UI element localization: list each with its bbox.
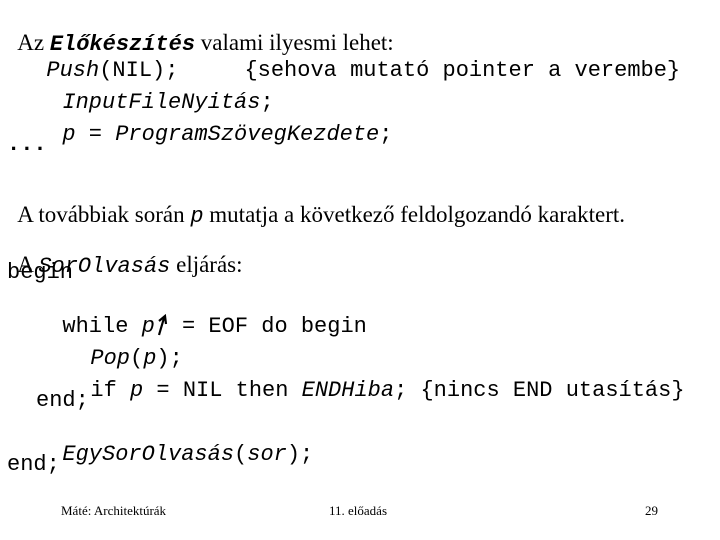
- equals: =: [75, 122, 116, 147]
- footer-author: Máté: Architektúrák: [61, 503, 167, 518]
- var-p: p: [62, 122, 76, 147]
- code-if-rest: = NIL then: [143, 378, 302, 403]
- comment-nincs-end: {nincs END utasítás}: [420, 378, 685, 403]
- text-prefix: A továbbiak során: [17, 202, 191, 227]
- comment-push: {sehova mutató pointer a verembe}: [244, 58, 681, 83]
- footer-lecture: 11. előadás: [329, 503, 387, 518]
- description-line: A továbbiak során p mutatja a következő …: [7, 180, 625, 228]
- code-line-egysorolvasas: EgySorOlvasás(sor);: [36, 422, 313, 466]
- keyword-if: if: [90, 378, 131, 403]
- var-p: p: [130, 378, 144, 403]
- footer-page-number: 29: [645, 503, 658, 518]
- code-line-if: if p = NIL then ENDHiba; {nincs END utas…: [64, 358, 685, 403]
- text-suffix: eljárás:: [170, 252, 243, 277]
- var-sor: sor: [247, 442, 287, 467]
- semicolon: ;: [379, 122, 393, 147]
- text-suffix: mutatja a következő feldolgozandó karakt…: [203, 202, 626, 227]
- code-while-rest: = EOF do begin: [168, 314, 367, 339]
- ellipsis: ...: [7, 132, 47, 157]
- semicolon: ;: [394, 378, 421, 403]
- code-endhiba: ENDHiba: [301, 378, 395, 403]
- var-p: p: [190, 204, 204, 229]
- code-end-outer: end;: [7, 452, 60, 477]
- code-end-inner: end;: [36, 388, 89, 413]
- code-begin: begin: [7, 260, 74, 285]
- paren-open: (: [234, 442, 248, 467]
- code-programszovegkezdete: ProgramSzövegKezdete: [115, 122, 380, 147]
- code-line-p-assign: p = ProgramSzövegKezdete;: [36, 102, 392, 146]
- paren-close: );: [286, 442, 314, 467]
- code-egysorolvasas: EgySorOlvasás: [62, 442, 235, 467]
